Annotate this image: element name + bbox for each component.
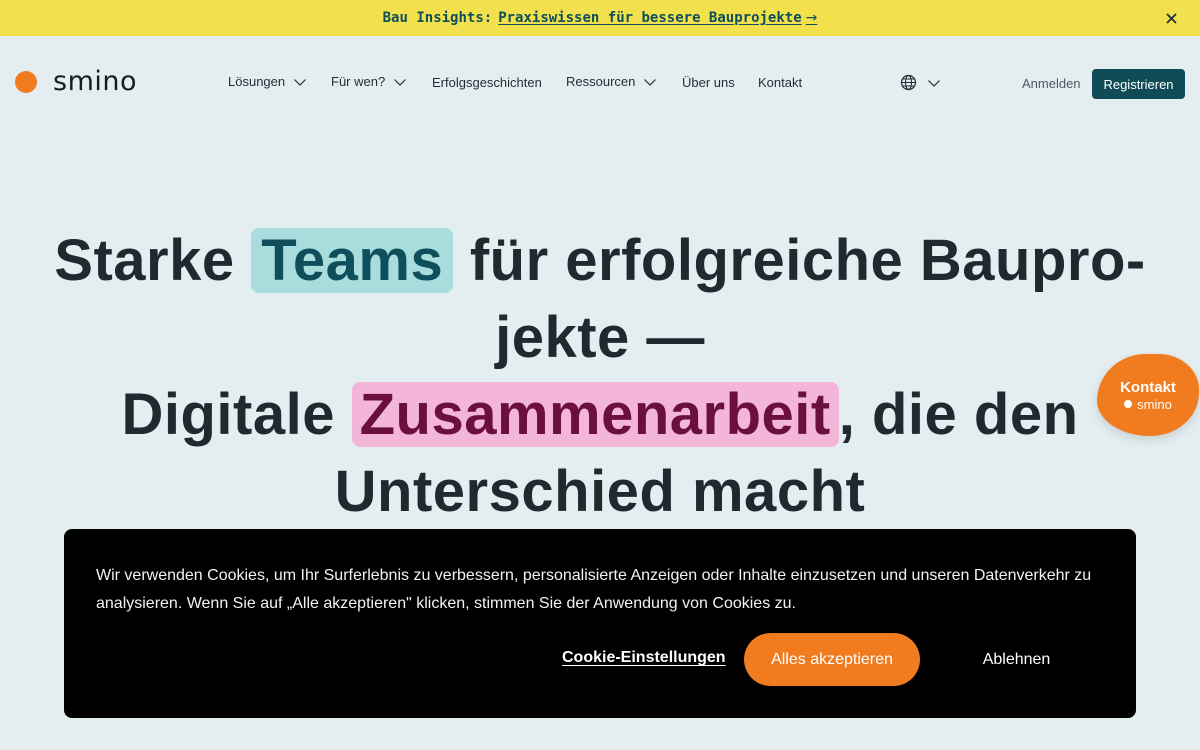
- chevron-down-icon: [293, 75, 307, 89]
- decline-button[interactable]: Ablehnen: [959, 633, 1074, 686]
- nav-item-erfolgsgeschichten[interactable]: Erfolgsgeschichten: [432, 75, 542, 90]
- login-link[interactable]: Anmelden: [1022, 76, 1081, 91]
- register-button[interactable]: Registrieren: [1092, 69, 1185, 99]
- logo-dot-icon: [15, 70, 37, 93]
- nav-item-kontakt[interactable]: Kontakt: [758, 75, 802, 90]
- nav-label: Ressourcen: [566, 74, 636, 89]
- announcement-link-label: Praxiswissen für bessere Bauprojekte: [498, 10, 802, 26]
- globe-icon: [900, 74, 917, 96]
- contact-widget-brand: smino: [1124, 397, 1172, 412]
- hero-highlight-zusammenarbeit: Zusammenarbeit: [351, 382, 839, 447]
- close-icon[interactable]: [1162, 9, 1180, 27]
- hero-heading: Starke Teams für erfolgreiche Baupro-jek…: [40, 222, 1160, 530]
- nav-item-ressourcen[interactable]: Ressourcen: [566, 74, 657, 89]
- hero-text-2: für erfolgreiche Baupro-jekte —: [453, 228, 1146, 370]
- logo-text: smino: [53, 66, 138, 97]
- chevron-down-icon: [927, 76, 941, 95]
- contact-widget-brand-text: smino: [1137, 396, 1172, 412]
- nav-label: Für wen?: [331, 74, 386, 89]
- chevron-down-icon: [643, 75, 657, 89]
- logo[interactable]: smino: [15, 68, 137, 95]
- accept-all-button[interactable]: Alles akzeptieren: [744, 633, 920, 686]
- hero-highlight-teams: Teams: [251, 228, 454, 293]
- nav-label: Lösungen: [228, 74, 286, 89]
- nav-label: Kontakt: [758, 75, 803, 90]
- cookie-banner: Wir verwenden Cookies, um Ihr Surferlebn…: [64, 529, 1136, 718]
- nav-label: Erfolgsgeschichten: [432, 75, 542, 90]
- arrow-right-icon: →: [805, 10, 818, 26]
- nav-label: Über uns: [682, 75, 735, 90]
- cookie-settings-link[interactable]: Cookie-Einstellungen: [562, 649, 726, 667]
- contact-widget-button[interactable]: Kontakt smino: [1097, 354, 1199, 436]
- nav-item-loesungen[interactable]: Lösungen: [228, 74, 307, 89]
- announcement-lead: Bau Insights:: [382, 10, 493, 26]
- site-header: smino Lösungen Für wen? Erfolgsgeschicht…: [0, 36, 1200, 132]
- language-selector[interactable]: [900, 74, 941, 96]
- announcement-link[interactable]: Praxiswissen für bessere Bauprojekte →: [498, 10, 817, 26]
- hero-text-1: Starke: [54, 228, 252, 293]
- hero-text-3: Digitale: [121, 382, 352, 447]
- cookie-text: Wir verwenden Cookies, um Ihr Surferlebn…: [96, 567, 1092, 612]
- contact-widget-title: Kontakt: [1120, 378, 1176, 396]
- nav-item-fuer-wen[interactable]: Für wen?: [331, 74, 407, 89]
- announcement-bar: Bau Insights: Praxiswissen für bessere B…: [0, 0, 1200, 36]
- chevron-down-icon: [393, 75, 407, 89]
- nav-item-ueber-uns[interactable]: Über uns: [682, 75, 735, 90]
- logo-dot-icon: [1124, 400, 1133, 408]
